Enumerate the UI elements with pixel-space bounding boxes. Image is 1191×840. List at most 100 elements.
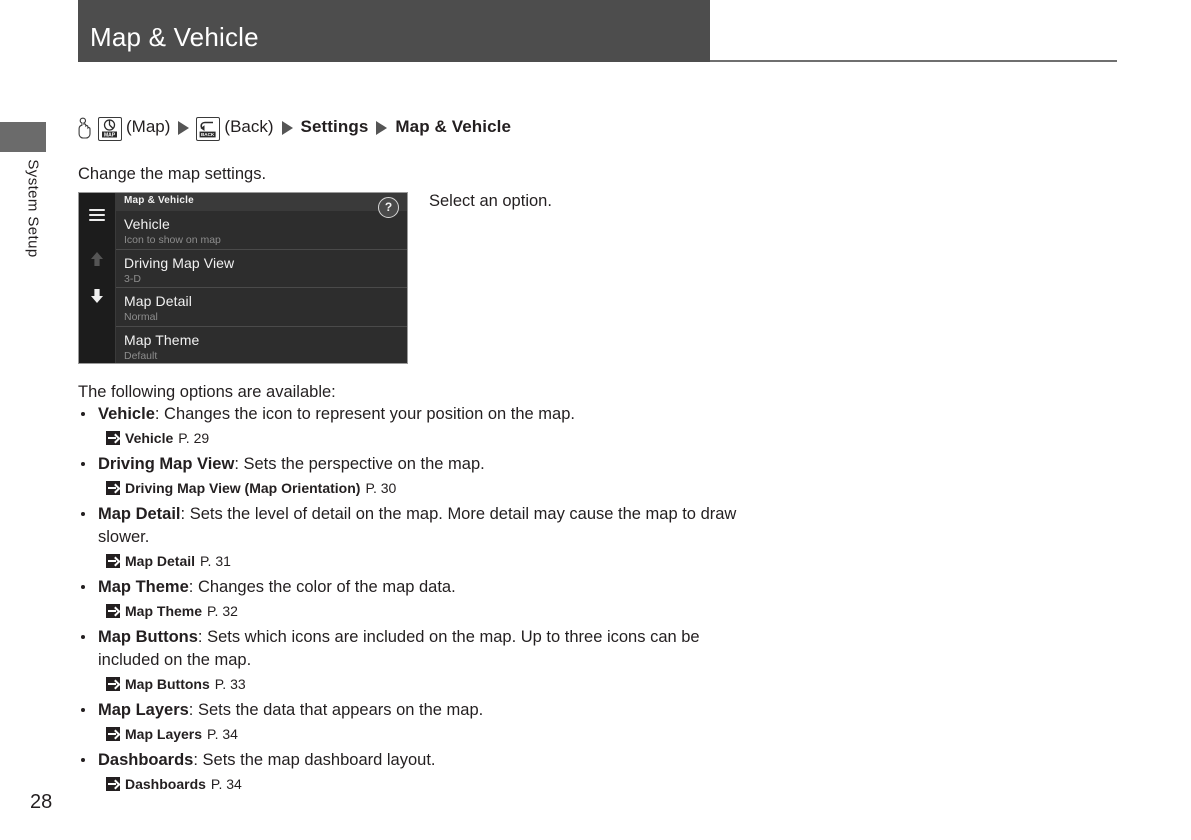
intro-text: Change the map settings.: [78, 165, 267, 183]
nav-list-item-map-theme[interactable]: Map Theme Default: [116, 327, 407, 364]
options-intro-text: The following options are available:: [78, 383, 336, 401]
option-description: : Sets the perspective on the map.: [234, 455, 485, 473]
option-item-dashboards: Dashboards: Sets the map dashboard layou…: [78, 749, 758, 772]
reference-page: P. 31: [200, 553, 231, 569]
nav-screen-title: Map & Vehicle: [116, 193, 407, 211]
arrow-down-icon[interactable]: [90, 288, 104, 304]
bullet-icon: [81, 635, 85, 639]
arrow-up-icon[interactable]: [90, 251, 104, 267]
bullet-icon: [81, 462, 85, 466]
option-text: Map Layers: Sets the data that appears o…: [98, 699, 758, 722]
reference-name: Dashboards: [125, 776, 206, 792]
cross-reference-map-theme[interactable]: Map Theme P. 32: [106, 601, 758, 621]
reference-arrow-icon: [106, 604, 120, 618]
option-name: Vehicle: [98, 405, 155, 423]
nav-screen-content: Map & Vehicle ? Vehicle Icon to show on …: [116, 193, 407, 363]
option-name: Map Buttons: [98, 628, 198, 646]
nav-list-item-title: Map Detail: [124, 293, 192, 309]
option-name: Driving Map View: [98, 455, 235, 473]
reference-name: Vehicle: [125, 430, 174, 446]
section-tab-marker: [0, 122, 46, 152]
breadcrumb-separator-icon: [178, 121, 190, 135]
nav-list-item-subtitle: 3-D: [124, 272, 141, 285]
nav-list-item-title: Driving Map View: [124, 254, 235, 271]
cross-reference-vehicle[interactable]: Vehicle P. 29: [106, 428, 758, 448]
option-text: Map Buttons: Sets which icons are includ…: [98, 626, 758, 672]
reference-name: Driving Map View (Map Orientation): [125, 480, 361, 496]
option-description: : Changes the icon to represent your pos…: [154, 405, 575, 423]
cross-reference-map-buttons[interactable]: Map Buttons P. 33: [106, 674, 758, 694]
nav-list-item-vehicle[interactable]: Vehicle Icon to show on map: [116, 211, 407, 250]
reference-page: P. 34: [207, 726, 238, 742]
section-tab-label: System Setup: [24, 159, 42, 258]
callout-text: Select an option.: [429, 192, 552, 210]
option-description: : Sets the map dashboard layout.: [193, 751, 436, 769]
header-rule: [710, 60, 1117, 62]
option-item-map-layers: Map Layers: Sets the data that appears o…: [78, 699, 758, 722]
option-text: Driving Map View: Sets the perspective o…: [98, 453, 758, 476]
page-title: Map & Vehicle: [90, 22, 259, 52]
option-item-vehicle: Vehicle: Changes the icon to represent y…: [78, 403, 758, 426]
reference-page: P. 33: [214, 676, 246, 692]
option-description: : Sets the level of detail on the map. M…: [98, 505, 737, 546]
reference-arrow-icon: [106, 677, 120, 691]
reference-page: P. 34: [210, 776, 242, 792]
reference-name: Map Buttons: [125, 676, 210, 692]
cross-reference-map-layers[interactable]: Map Layers P. 34: [106, 724, 758, 744]
back-hardware-key-icon: BACK: [196, 117, 221, 141]
bullet-icon: [81, 708, 85, 712]
option-item-map-theme: Map Theme: Changes the color of the map …: [78, 576, 758, 599]
option-name: Map Detail: [98, 505, 181, 523]
reference-arrow-icon: [106, 554, 120, 568]
nav-list-item-map-detail[interactable]: Map Detail Normal: [116, 288, 407, 327]
reference-name: Map Theme: [125, 603, 203, 619]
breadcrumb-map-text: (Map): [126, 117, 171, 136]
option-item-driving-map-view: Driving Map View: Sets the perspective o…: [78, 453, 758, 476]
cross-reference-dashboards[interactable]: Dashboards P. 34: [106, 774, 758, 794]
breadcrumb-separator-icon-2: [281, 121, 293, 135]
map-hardware-key-icon: MAP: [98, 117, 122, 141]
breadcrumb: MAP (Map) BACK (Back) Settings Map & Veh…: [78, 115, 512, 141]
reference-page: P. 30: [365, 480, 397, 496]
hand-pointing-icon: [78, 117, 92, 139]
option-description: : Sets the data that appears on the map.: [188, 701, 484, 719]
breadcrumb-current: Map & Vehicle: [395, 117, 512, 136]
breadcrumb-settings: Settings: [300, 117, 369, 136]
option-text: Vehicle: Changes the icon to represent y…: [98, 403, 758, 426]
breadcrumb-separator-icon-3: [376, 121, 388, 135]
svg-text:MAP: MAP: [104, 132, 116, 138]
navigation-screen-illustration: Map & Vehicle ? Vehicle Icon to show on …: [78, 192, 408, 364]
cross-reference-driving-map-view[interactable]: Driving Map View (Map Orientation) P. 30: [106, 478, 758, 498]
reference-arrow-icon: [106, 727, 120, 741]
bullet-icon: [81, 412, 85, 416]
option-text: Map Theme: Changes the color of the map …: [98, 576, 758, 599]
reference-name: Map Layers: [125, 726, 203, 742]
reference-page: P. 29: [178, 430, 210, 446]
svg-text:BACK: BACK: [201, 132, 215, 137]
nav-list-item-title: Map Theme: [124, 331, 200, 348]
reference-name: Map Detail: [125, 553, 196, 569]
nav-screen-sidebar: [79, 193, 116, 363]
options-list: Vehicle: Changes the icon to represent y…: [78, 403, 758, 799]
cross-reference-map-detail[interactable]: Map Detail P. 31: [106, 551, 758, 571]
option-name: Dashboards: [98, 751, 194, 769]
option-item-map-buttons: Map Buttons: Sets which icons are includ…: [78, 626, 758, 672]
reference-arrow-icon: [106, 431, 120, 445]
bullet-icon: [81, 585, 85, 589]
reference-page: P. 32: [207, 603, 238, 619]
page-number: 28: [30, 791, 53, 813]
bullet-icon: [81, 758, 85, 762]
option-name: Map Theme: [98, 578, 189, 596]
breadcrumb-back-text: (Back): [224, 117, 274, 136]
hamburger-menu-icon[interactable]: [89, 209, 105, 221]
nav-list-item-subtitle: Normal: [124, 311, 158, 323]
option-description: : Changes the color of the map data.: [188, 578, 456, 596]
reference-arrow-icon: [106, 481, 120, 495]
nav-list-item-title: Vehicle: [124, 216, 170, 232]
reference-arrow-icon: [106, 777, 120, 791]
help-icon[interactable]: ?: [378, 197, 399, 218]
option-text: Dashboards: Sets the map dashboard layou…: [98, 749, 758, 772]
nav-list-item-driving-map-view[interactable]: Driving Map View 3-D: [116, 250, 407, 288]
nav-list-item-subtitle: Default: [124, 349, 158, 362]
nav-list-item-subtitle: Icon to show on map: [124, 234, 221, 246]
